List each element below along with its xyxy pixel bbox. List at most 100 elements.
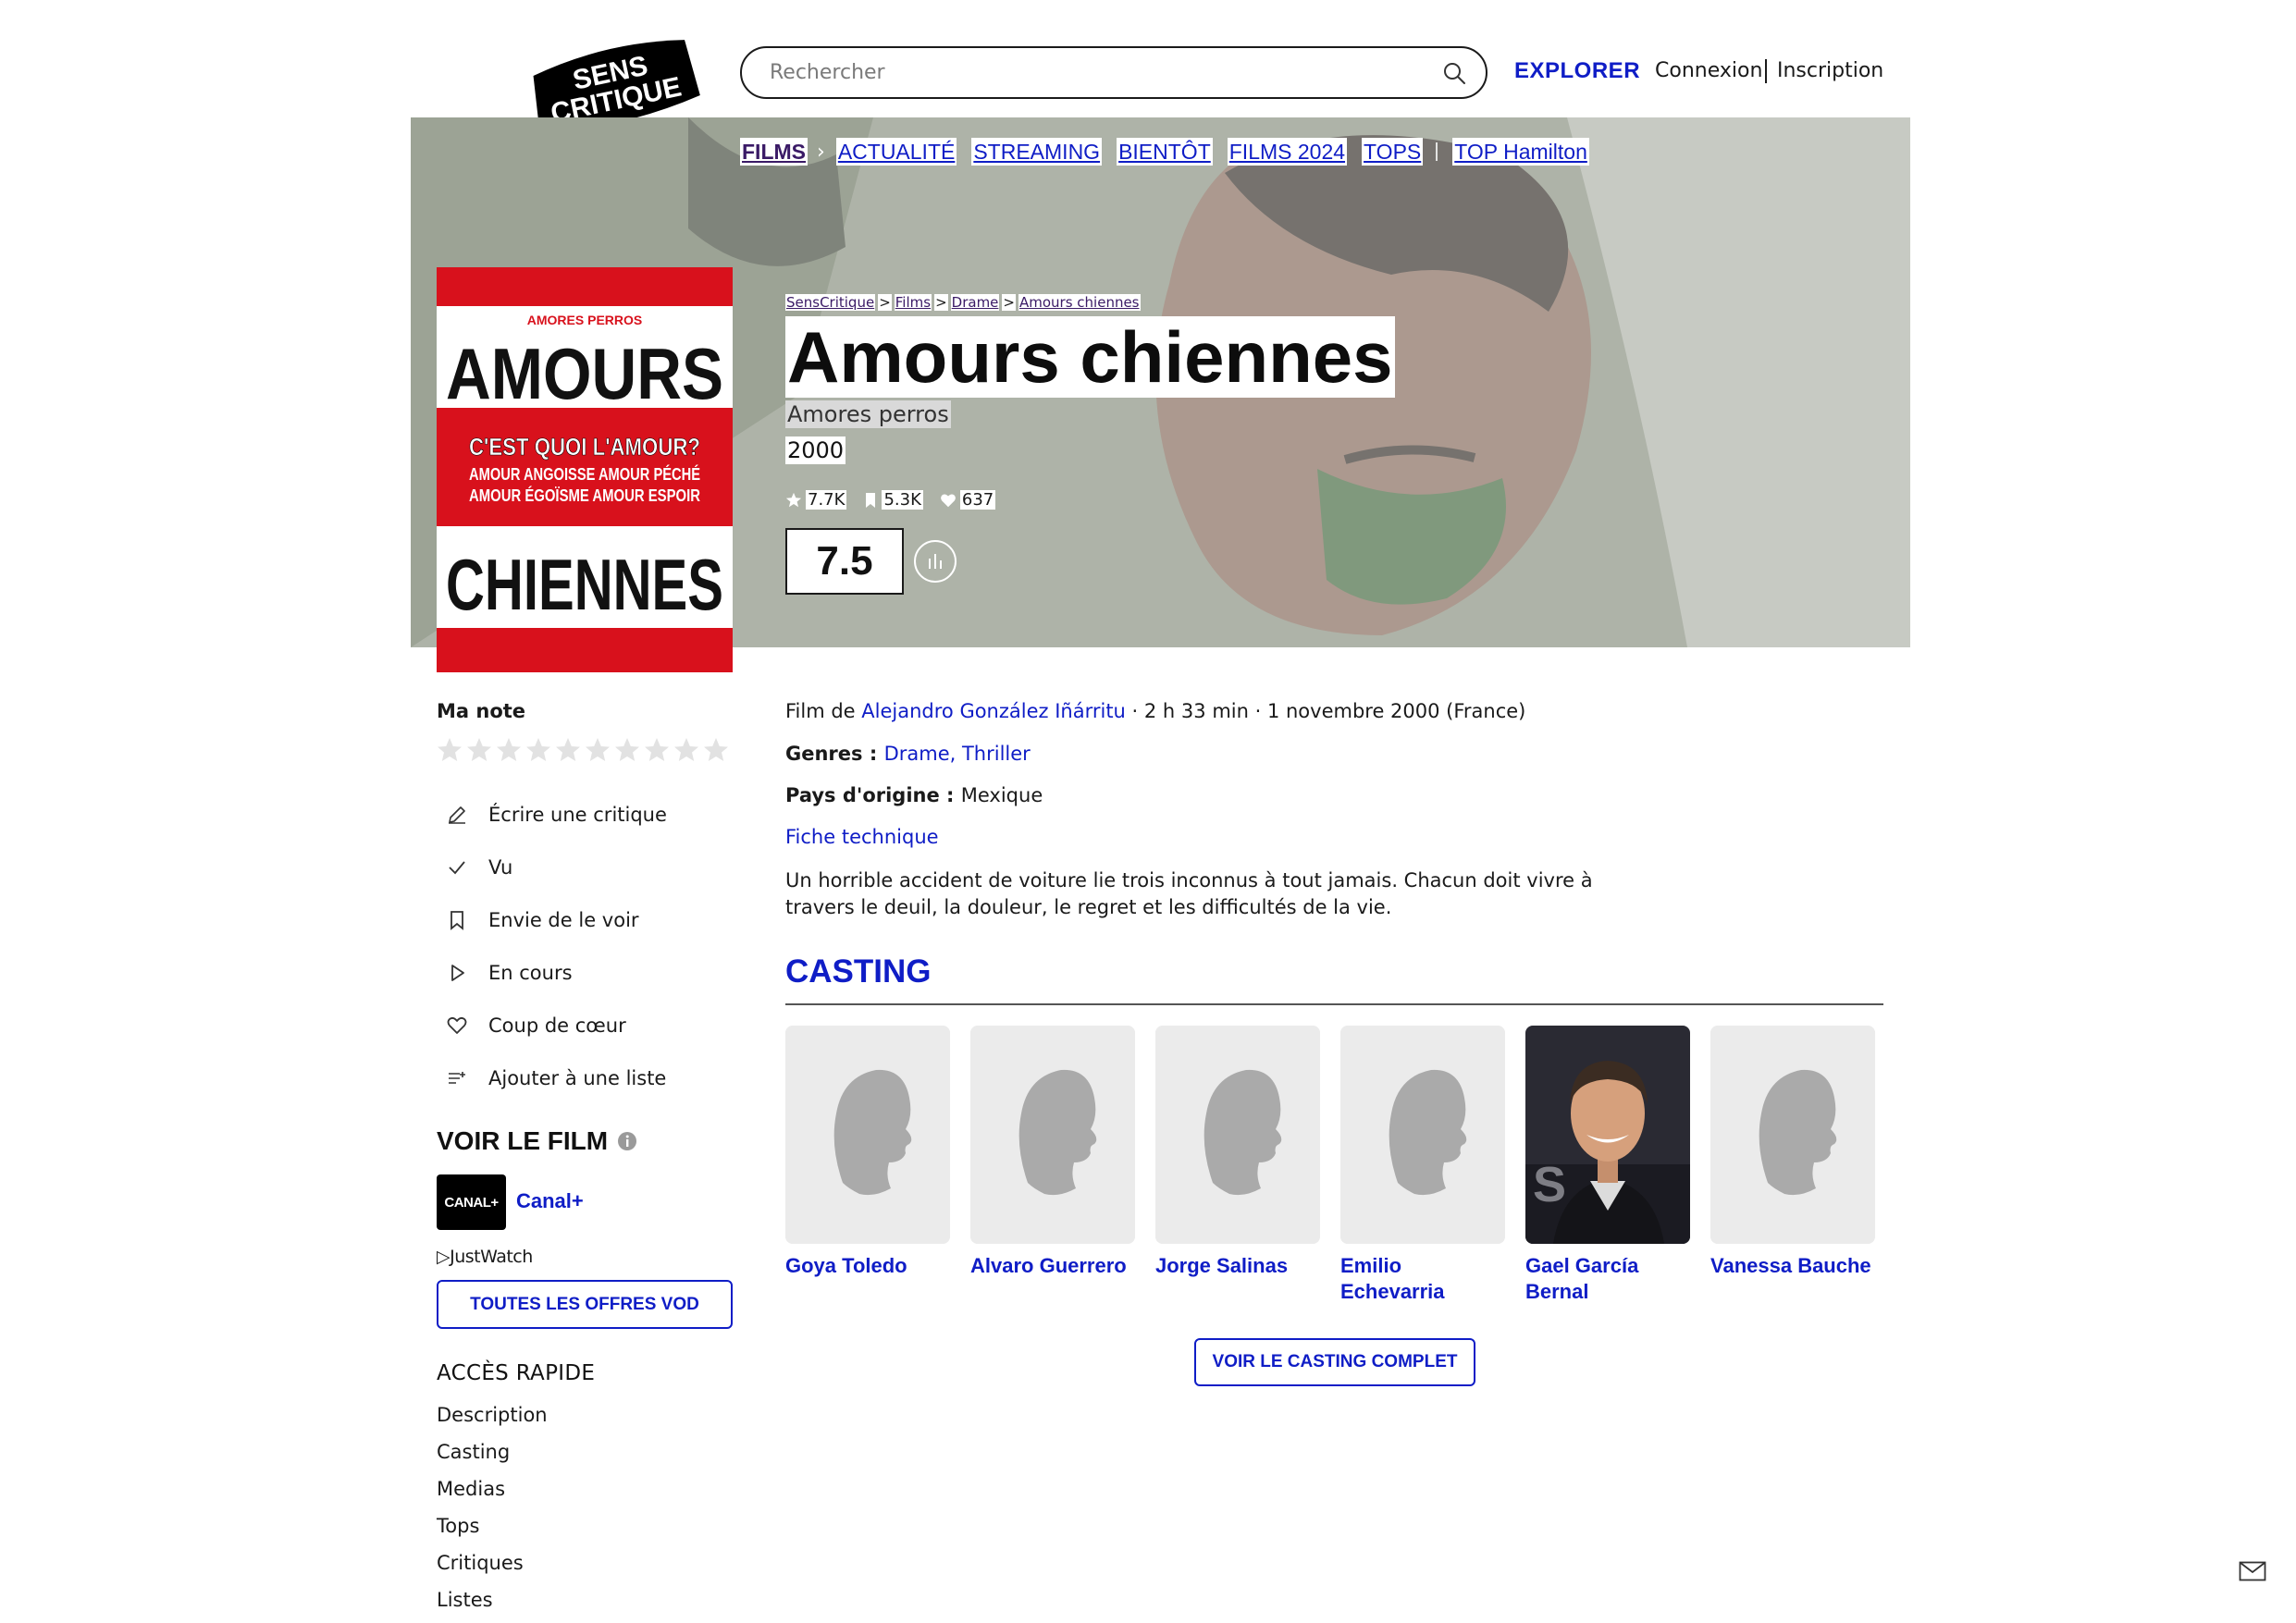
- breadcrumb-current[interactable]: Amours chiennes: [1018, 294, 1141, 311]
- play-icon: [451, 964, 464, 981]
- mail-icon[interactable]: [2239, 1561, 2266, 1585]
- rating-distribution-button[interactable]: [914, 540, 957, 583]
- actor-placeholder-avatar[interactable]: [1340, 1026, 1505, 1244]
- rating-star-icon[interactable]: [464, 735, 494, 765]
- subnav-streaming[interactable]: STREAMING: [971, 138, 1103, 166]
- subnav-top-hamilton[interactable]: TOP Hamilton: [1452, 138, 1589, 166]
- want-to-see-button[interactable]: Envie de le voir: [437, 893, 667, 946]
- quick-link-tops[interactable]: Tops: [437, 1511, 548, 1548]
- subnav-actualite[interactable]: ACTUALITÉ: [835, 138, 957, 166]
- subnav-bientot[interactable]: BIENTÔT: [1117, 138, 1213, 166]
- poster-word-chiennes: CHIENNES: [446, 544, 723, 625]
- quick-link-casting[interactable]: Casting: [437, 1437, 548, 1474]
- average-score: 7.5: [785, 528, 904, 595]
- actor-placeholder-avatar[interactable]: [970, 1026, 1135, 1244]
- search-input[interactable]: [770, 48, 1408, 97]
- quick-link-critiques[interactable]: Critiques: [437, 1548, 548, 1585]
- quick-link-description[interactable]: Description: [437, 1400, 548, 1437]
- cast-member-card[interactable]: Vanessa Bauche: [1710, 1026, 1875, 1305]
- check-icon: [449, 860, 465, 874]
- full-cast-button[interactable]: VOIR LE CASTING COMPLET: [1194, 1338, 1475, 1386]
- header-separator: [1765, 59, 1767, 83]
- cast-member-card[interactable]: Jorge Salinas: [1155, 1026, 1320, 1305]
- quick-access-links: Description Casting Medias Tops Critique…: [437, 1400, 548, 1622]
- cast-member-card[interactable]: Alvaro Guerrero: [970, 1026, 1135, 1305]
- bar-chart-icon: [929, 554, 942, 569]
- rating-star-icon[interactable]: [701, 735, 731, 765]
- poster-line-3: AMOUR ÉGOÏSME AMOUR ESPOIR: [469, 486, 700, 505]
- quick-link-listes[interactable]: Listes: [437, 1585, 548, 1622]
- film-actions: Écrire une critique Vu Envie de le voir …: [437, 788, 667, 1104]
- chevron-right-icon: ›: [817, 140, 825, 164]
- rating-star-icon[interactable]: [553, 735, 583, 765]
- cast-member-card[interactable]: Emilio Echevarria: [1340, 1026, 1505, 1305]
- seen-button[interactable]: Vu: [437, 841, 667, 893]
- film-poster[interactable]: AMORES PERROS AMOURS C'EST QUOI L'AMOUR?…: [437, 267, 733, 672]
- rating-star-icon[interactable]: [583, 735, 612, 765]
- film-synopsis: Un horrible accident de voiture lie troi…: [785, 869, 1593, 918]
- favorite-button[interactable]: Coup de cœur: [437, 999, 667, 1051]
- svg-text:S: S: [1533, 1157, 1566, 1212]
- actor-placeholder-avatar[interactable]: [785, 1026, 950, 1244]
- heart-icon: [447, 1016, 467, 1034]
- rating-star-icon[interactable]: [524, 735, 553, 765]
- quick-link-medias[interactable]: Medias: [437, 1474, 548, 1511]
- all-vod-offers-button[interactable]: TOUTES LES OFFRES VOD: [437, 1280, 733, 1329]
- rating-star-icon[interactable]: [672, 735, 701, 765]
- casting-title: CASTING: [785, 953, 932, 990]
- cast-member-card[interactable]: Goya Toledo: [785, 1026, 950, 1305]
- wishlist-count: 5.3K: [863, 490, 923, 510]
- rating-star-icon[interactable]: [494, 735, 524, 765]
- rating-star-icon[interactable]: [612, 735, 642, 765]
- poster-original-title: AMORES PERROS: [527, 313, 642, 327]
- page-title: Amours chiennes: [785, 316, 1395, 398]
- justwatch-logo[interactable]: ▷JustWatch: [437, 1247, 533, 1267]
- rating-star-icon[interactable]: [642, 735, 672, 765]
- rating-star-icon[interactable]: [435, 735, 464, 765]
- breadcrumb-drame[interactable]: Drame: [950, 294, 1000, 311]
- watch-section-title: VOIR LE FILM: [437, 1126, 637, 1156]
- subnav-films-2024[interactable]: FILMS 2024: [1227, 138, 1348, 166]
- genre-links[interactable]: Drame, Thriller: [884, 743, 1031, 765]
- actor-name[interactable]: Emilio Echevarria: [1340, 1253, 1505, 1305]
- search-bar[interactable]: [740, 46, 1487, 99]
- info-icon[interactable]: [617, 1131, 637, 1151]
- explore-link[interactable]: EXPLORER: [1514, 58, 1640, 84]
- technical-sheet-link[interactable]: Fiche technique: [785, 826, 939, 848]
- subnav-tops[interactable]: TOPS: [1362, 138, 1424, 166]
- actor-placeholder-avatar[interactable]: [1155, 1026, 1320, 1244]
- add-to-list-button[interactable]: Ajouter à une liste: [437, 1051, 667, 1104]
- search-icon[interactable]: [1441, 60, 1467, 86]
- actor-name[interactable]: Jorge Salinas: [1155, 1253, 1320, 1279]
- film-info-line: Film de Alejandro González Iñárritu · 2 …: [785, 700, 1526, 722]
- poster-line-2: AMOUR ANGOISSE AMOUR PÉCHÉ: [469, 464, 700, 484]
- subnav-films[interactable]: FILMS: [740, 138, 808, 166]
- justwatch-play-icon: ▷: [437, 1247, 451, 1267]
- write-review-button[interactable]: Écrire une critique: [437, 788, 667, 841]
- canal-plus-link[interactable]: Canal+: [516, 1189, 584, 1213]
- my-rating-stars[interactable]: [435, 735, 731, 765]
- actor-name[interactable]: Vanessa Bauche: [1710, 1253, 1875, 1279]
- director-link[interactable]: Alejandro González Iñárritu: [861, 700, 1126, 722]
- bookmark-icon: [451, 910, 463, 930]
- heart-icon: [941, 493, 956, 507]
- film-genres: Genres : Drame, Thriller: [785, 743, 1031, 765]
- actor-name[interactable]: Alvaro Guerrero: [970, 1253, 1135, 1279]
- canal-plus-logo[interactable]: CANAL+: [437, 1174, 506, 1230]
- actor-name[interactable]: Goya Toledo: [785, 1253, 950, 1279]
- breadcrumb-films[interactable]: Films: [894, 294, 932, 311]
- actor-placeholder-avatar[interactable]: [1710, 1026, 1875, 1244]
- breadcrumb-separator: >: [1002, 294, 1016, 311]
- breadcrumb-home[interactable]: SensCritique: [785, 294, 876, 311]
- in-progress-button[interactable]: En cours: [437, 946, 667, 999]
- breadcrumb-separator: >: [934, 294, 948, 311]
- signup-link[interactable]: Inscription: [1777, 59, 1883, 82]
- actor-photo[interactable]: S: [1525, 1026, 1690, 1244]
- cast-member-card[interactable]: S Gael García Bernal: [1525, 1026, 1690, 1305]
- casting-divider: [785, 1003, 1883, 1005]
- poster-word-amours: AMOURS: [446, 333, 723, 414]
- actor-name[interactable]: Gael García Bernal: [1525, 1253, 1690, 1305]
- login-link[interactable]: Connexion: [1655, 59, 1762, 82]
- star-icon: [785, 492, 802, 507]
- list-add-icon: [449, 1071, 465, 1084]
